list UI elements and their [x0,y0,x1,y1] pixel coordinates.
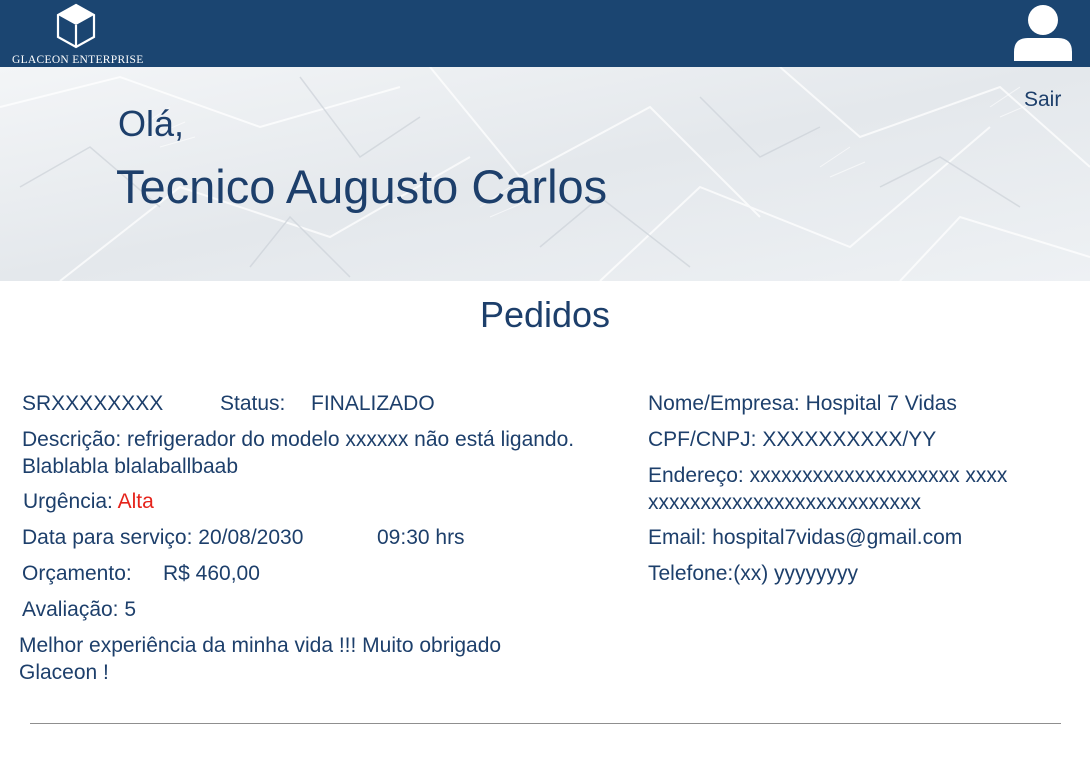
client-email: Email: hospital7vidas@gmail.com [648,524,962,551]
client-phone: Telefone:(xx) yyyyyyyy [648,560,858,587]
client-document-value: XXXXXXXXXX/YY [762,428,937,451]
description-label: Descrição: [22,428,122,451]
client-document-label: CPF/CNPJ: [648,428,757,451]
client-phone-label: Telefone: [648,562,734,585]
rating-label: Avaliação: [22,598,119,621]
client-email-value[interactable]: hospital7vidas@gmail.com [712,526,962,549]
budget-label: Orçamento: [22,562,132,585]
logo-text: GLACEON ENTERPRISE [12,54,144,66]
service-date-value: 20/08/2030 [198,526,304,549]
client-name-value: Hospital 7 Vidas [805,392,957,415]
rating-value: 5 [124,598,137,621]
top-bar: GLACEON ENTERPRISE [0,0,1090,67]
urgency-label: Urgência: [23,490,113,513]
order-id: SRXXXXXXXX [22,392,164,415]
client-document: CPF/CNPJ: XXXXXXXXXX/YY [648,426,936,453]
status-value: FINALIZADO [311,392,435,415]
client-name-label: Nome/Empresa: [648,392,800,415]
rating: Avaliação: 5 [22,596,136,623]
client-address: Endereço: xxxxxxxxxxxxxxxxxxxx xxxxxxxxx… [648,462,1008,516]
page-title: Pedidos [479,294,611,335]
page: GLACEON ENTERPRISE Olá, Tecnico Augusto … [0,0,1090,763]
client-name: Nome/Empresa: Hospital 7 Vidas [648,390,957,417]
status-label: Status: [220,392,286,415]
urgency-value: Alta [117,490,154,513]
user-name: Tecnico Augusto Carlos [116,160,608,213]
review-comment: Melhor experiência da minha vida !!! Mui… [19,634,502,684]
cube-logo-icon [56,3,96,49]
service-date-label: Data para serviço: [22,526,193,549]
client-address-label: Endereço: [648,464,744,487]
greeting: Olá, [118,103,185,144]
hero-banner: Olá, Tecnico Augusto Carlos Sair [0,67,1090,281]
logout-link[interactable]: Sair [1024,88,1061,112]
logo[interactable]: GLACEON ENTERPRISE [10,3,155,66]
client-phone-value: (xx) yyyyyyyy [733,562,859,585]
divider [30,723,1061,724]
service-date: Data para serviço: 20/08/2030 [22,524,303,551]
description: Descrição: refrigerador do modelo xxxxxx… [22,426,582,480]
urgency: Urgência: Alta [23,488,154,515]
service-time-value: 09:30 hrs [377,526,465,549]
budget-value: R$ 460,00 [163,562,260,585]
client-email-label: Email: [648,526,707,549]
user-avatar-icon[interactable] [1012,3,1074,63]
